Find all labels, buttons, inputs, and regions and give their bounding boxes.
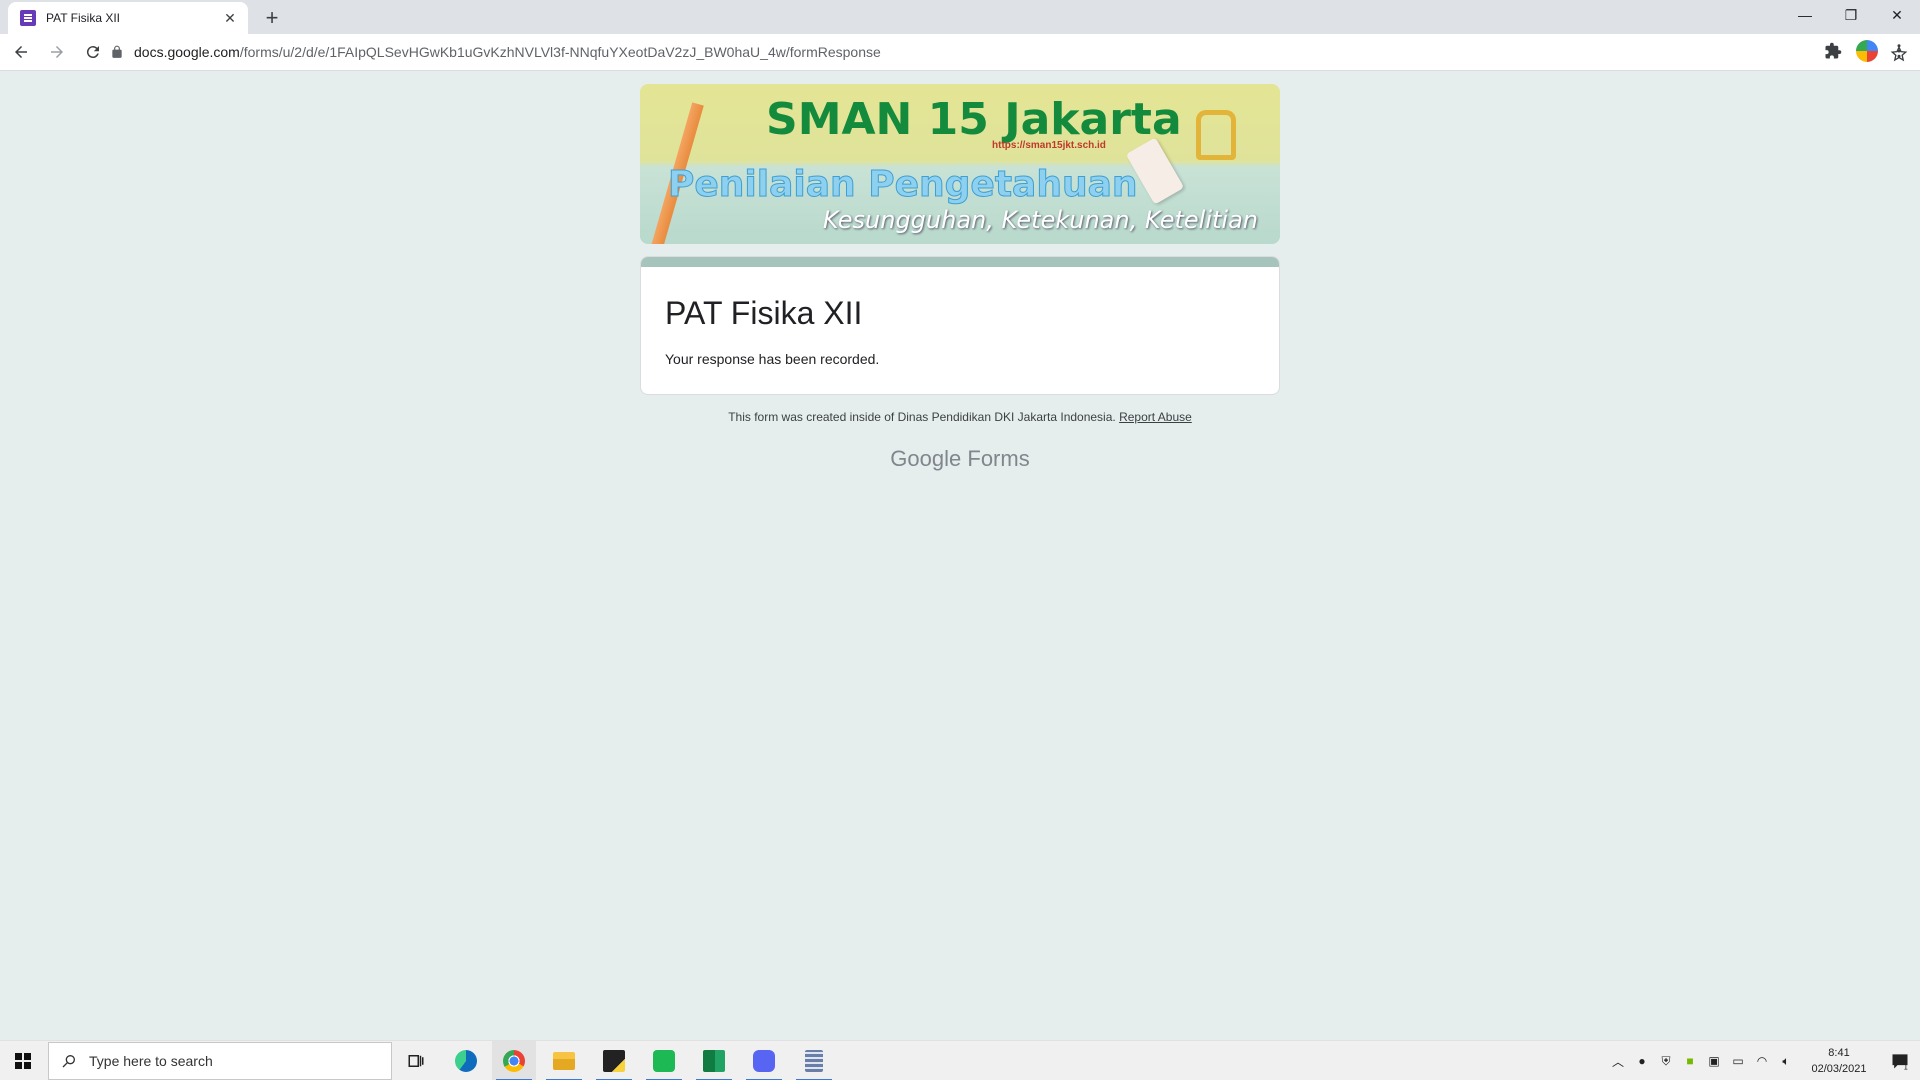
tab-title: PAT Fisika XII xyxy=(46,11,121,25)
wifi-icon[interactable]: ◠ xyxy=(1750,1041,1774,1080)
screen-capture-icon[interactable]: ▣ xyxy=(1702,1041,1726,1080)
taskbar-edge[interactable] xyxy=(444,1041,488,1080)
confirmation-card: PAT Fisika XII Your response has been re… xyxy=(640,256,1280,395)
taskbar-file-explorer[interactable] xyxy=(542,1041,586,1080)
taskbar-search-box[interactable]: Type here to search xyxy=(48,1042,392,1080)
form-header-banner: SMAN 15 Jakarta https://sman15jkt.sch.id… xyxy=(640,84,1280,244)
restore-button[interactable]: ❐ xyxy=(1828,0,1874,30)
minimize-button[interactable]: — xyxy=(1782,0,1828,30)
confirmation-message: Your response has been recorded. xyxy=(665,351,880,367)
url-path: /forms/u/2/d/e/1FAIpQLSevHGwKb1uGvKzhNVL… xyxy=(239,44,881,60)
banner-subtitle: Penilaian Pengetahuan xyxy=(668,164,1138,206)
google-forms-logo[interactable]: Google Forms xyxy=(640,446,1280,472)
extensions-puzzle-icon[interactable] xyxy=(1824,42,1842,60)
new-tab-button[interactable]: + xyxy=(258,4,286,32)
card-accent-bar xyxy=(641,257,1279,267)
edge-icon xyxy=(455,1050,477,1072)
taskbar-clock[interactable]: 8:41 02/03/2021 xyxy=(1804,1045,1874,1077)
taskbar-spotify[interactable] xyxy=(642,1041,686,1080)
banner-school-url: https://sman15jkt.sch.id xyxy=(992,140,1106,151)
start-button[interactable] xyxy=(0,1041,46,1080)
battery-icon[interactable]: ▭ xyxy=(1726,1041,1750,1080)
arrow-right-icon xyxy=(51,46,63,58)
arrow-left-icon xyxy=(15,46,27,58)
close-window-button[interactable]: ✕ xyxy=(1874,0,1920,30)
window-controls: — ❐ ✕ xyxy=(1782,0,1920,30)
chevron-up-icon[interactable]: ︿ xyxy=(1606,1041,1630,1080)
spotify-icon xyxy=(653,1050,675,1072)
reload-button[interactable] xyxy=(78,37,108,67)
microphone-icon[interactable]: ● xyxy=(1630,1041,1654,1080)
nvidia-icon[interactable]: ■ xyxy=(1678,1041,1702,1080)
search-icon xyxy=(62,1055,75,1068)
excel-icon xyxy=(703,1050,725,1072)
google-forms-icon xyxy=(20,10,36,26)
report-abuse-link[interactable]: Report Abuse xyxy=(1119,410,1192,424)
notification-count: 1 xyxy=(1903,1062,1908,1071)
calculator-icon xyxy=(805,1050,823,1072)
form-footer: This form was created inside of Dinas Pe… xyxy=(640,410,1280,424)
windows-taskbar: Type here to search ︿ ● ⛨ ■ ▣ ▭ ◠ 🔈︎ 8:4… xyxy=(0,1040,1920,1080)
windows-logo-icon xyxy=(15,1053,31,1069)
tab-strip: PAT Fisika XII ✕ + — ❐ ✕ xyxy=(0,0,1920,34)
more-vertical-icon[interactable] xyxy=(1890,42,1908,60)
browser-toolbar: docs.google.com/forms/u/2/d/e/1FAIpQLSev… xyxy=(0,34,1920,71)
taskbar-discord[interactable] xyxy=(742,1041,786,1080)
browser-tab[interactable]: PAT Fisika XII ✕ xyxy=(8,2,248,34)
discord-icon xyxy=(753,1050,775,1072)
taskbar-excel[interactable] xyxy=(692,1041,736,1080)
form-title: PAT Fisika XII xyxy=(665,295,863,331)
task-view-button[interactable] xyxy=(394,1041,438,1080)
address-bar[interactable]: docs.google.com/forms/u/2/d/e/1FAIpQLSev… xyxy=(110,37,1908,67)
forms-wordmark: Forms xyxy=(967,446,1030,471)
footer-disclaimer: This form was created inside of Dinas Pe… xyxy=(728,410,1116,424)
google-wordmark: Google xyxy=(890,446,962,471)
clock-time: 8:41 xyxy=(1828,1047,1850,1059)
security-shield-icon[interactable]: ⛨ xyxy=(1654,1041,1678,1080)
clock-date: 02/03/2021 xyxy=(1811,1063,1867,1075)
forward-button[interactable] xyxy=(42,37,72,67)
taskbar-sticky-notes[interactable] xyxy=(592,1041,636,1080)
profile-avatar-icon[interactable] xyxy=(1856,40,1878,62)
tab-close-button[interactable]: ✕ xyxy=(222,10,238,27)
url-domain: docs.google.com xyxy=(134,44,240,60)
notification-icon: 1 xyxy=(1892,1054,1908,1071)
back-button[interactable] xyxy=(6,37,36,67)
system-tray: ︿ ● ⛨ ■ ▣ ▭ ◠ 🔈︎ 8:41 02/03/2021 1 xyxy=(1606,1041,1920,1080)
action-center-button[interactable]: 1 xyxy=(1880,1041,1920,1080)
reload-icon xyxy=(86,46,99,59)
chrome-icon xyxy=(503,1050,525,1072)
lock-icon xyxy=(112,45,122,58)
banner-school-name: SMAN 15 Jakarta xyxy=(766,94,1182,145)
binder-clip-illustration xyxy=(1196,110,1236,160)
task-view-icon xyxy=(408,1055,424,1067)
folder-icon xyxy=(553,1052,575,1070)
search-placeholder: Type here to search xyxy=(89,1053,213,1069)
volume-icon[interactable]: 🔈︎ xyxy=(1774,1041,1798,1080)
sticky-notes-icon xyxy=(603,1050,625,1072)
taskbar-calculator[interactable] xyxy=(792,1041,836,1080)
taskbar-chrome[interactable] xyxy=(492,1041,536,1080)
banner-motto: Kesungguhan, Ketekunan, Ketelitian xyxy=(822,206,1258,234)
